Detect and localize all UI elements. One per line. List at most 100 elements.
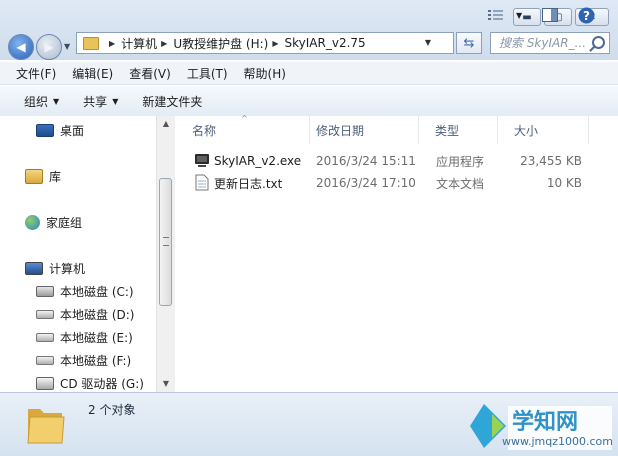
column-header-label: 名称 bbox=[192, 123, 217, 138]
search-input[interactable]: 搜索 SkyIAR_... bbox=[490, 32, 610, 54]
breadcrumb-folder[interactable]: SkyIAR_v2.75 bbox=[285, 36, 366, 50]
sidebar-item-computer[interactable]: 计算机 bbox=[25, 260, 85, 277]
homegroup-icon bbox=[25, 215, 40, 230]
sidebar-item-label: 本地磁盘 (C:) bbox=[60, 285, 134, 299]
menu-edit[interactable]: 编辑(E) bbox=[72, 65, 113, 82]
sidebar-item-drive-d[interactable]: 本地磁盘 (D:) bbox=[36, 306, 134, 323]
file-date: 2016/3/24 17:10 bbox=[316, 176, 416, 190]
computer-icon bbox=[25, 262, 43, 275]
sidebar-item-drive-g[interactable]: CD 驱动器 (G:) bbox=[36, 375, 144, 392]
column-header-date[interactable]: 修改日期 bbox=[299, 116, 419, 144]
new-folder-label: 新建文件夹 bbox=[142, 94, 203, 109]
column-header-name[interactable]: 名称 ^ bbox=[175, 114, 310, 144]
sidebar-item-label: 库 bbox=[49, 170, 62, 184]
sidebar-item-drive-c[interactable]: 本地磁盘 (C:) bbox=[36, 283, 134, 300]
item-count: 2 个对象 bbox=[88, 403, 136, 417]
sidebar-item-library[interactable]: 库 bbox=[25, 168, 61, 185]
file-size: 23,455 KB bbox=[520, 154, 582, 168]
menu-tools[interactable]: 工具(T) bbox=[187, 65, 228, 82]
preview-pane-icon bbox=[542, 8, 558, 22]
file-name: 更新日志.txt bbox=[214, 176, 283, 191]
chevron-down-icon: ▼ bbox=[53, 96, 60, 106]
search-icon[interactable] bbox=[592, 36, 605, 49]
refresh-icon: ⇆ bbox=[463, 35, 475, 51]
new-folder-button[interactable]: 新建文件夹 bbox=[142, 93, 202, 110]
column-header-label: 类型 bbox=[435, 123, 460, 138]
sidebar-item-label: CD 驱动器 (G:) bbox=[60, 377, 144, 391]
menu-help[interactable]: 帮助(H) bbox=[244, 65, 286, 82]
view-options-button[interactable]: ▼ bbox=[488, 6, 522, 24]
back-button[interactable]: ◀ bbox=[8, 34, 34, 60]
sidebar-item-label: 本地磁盘 (F:) bbox=[60, 354, 132, 368]
preview-pane-button[interactable] bbox=[542, 6, 558, 24]
breadcrumb-drive[interactable]: U教授维护盘 (H:) bbox=[173, 35, 268, 52]
chevron-right-icon[interactable]: ▶ bbox=[161, 39, 167, 48]
sidebar-item-drive-f[interactable]: 本地磁盘 (F:) bbox=[36, 352, 131, 369]
chevron-right-icon[interactable]: ▶ bbox=[109, 39, 115, 48]
command-bar: 组织 ▼ 共享 ▼ 新建文件夹 bbox=[0, 86, 618, 117]
chevron-right-icon[interactable]: ▶ bbox=[272, 39, 278, 48]
watermark-url: www.jmqz1000.com bbox=[502, 435, 613, 448]
help-icon: ? bbox=[578, 7, 595, 23]
search-placeholder: 搜索 SkyIAR_... bbox=[499, 36, 587, 50]
scrollbar-thumb[interactable] bbox=[159, 178, 172, 306]
address-bar[interactable]: ▶ 计算机 ▶ U教授维护盘 (H:) ▶ SkyIAR_v2.75 ▼ bbox=[76, 32, 454, 54]
share-button[interactable]: 共享 ▼ bbox=[83, 93, 118, 110]
chevron-down-icon: ▼ bbox=[516, 10, 523, 20]
grip-icon bbox=[163, 237, 169, 246]
breadcrumb-computer[interactable]: 计算机 bbox=[121, 35, 157, 52]
table-row[interactable]: 更新日志.txt 2016/3/24 17:10 文本文档 10 KB bbox=[175, 173, 618, 193]
exe-icon bbox=[195, 154, 209, 167]
scroll-down-icon[interactable]: ▼ bbox=[160, 378, 172, 390]
breadcrumb: ▶ 计算机 ▶ U教授维护盘 (H:) ▶ SkyIAR_v2.75 bbox=[105, 35, 366, 52]
column-header-label: 大小 bbox=[514, 123, 539, 138]
navigation-pane: 桌面 库 家庭组 计算机 本地磁盘 (C:) 本地磁盘 (D:) 本地磁盘 (E… bbox=[0, 116, 156, 392]
menu-view[interactable]: 查看(V) bbox=[129, 65, 171, 82]
recent-pages-dropdown[interactable]: ▼ bbox=[64, 42, 70, 51]
table-row[interactable]: SkyIAR_v2.exe 2016/3/24 15:11 应用程序 23,45… bbox=[175, 151, 618, 171]
hard-drive-icon bbox=[36, 310, 54, 319]
sidebar-item-desktop[interactable]: 桌面 bbox=[36, 122, 84, 139]
text-file-icon bbox=[195, 174, 209, 191]
cd-drive-icon bbox=[36, 377, 54, 390]
hard-drive-icon bbox=[36, 333, 54, 342]
watermark-brand: 学知网 bbox=[512, 410, 579, 435]
column-header-label: 修改日期 bbox=[316, 123, 365, 138]
organize-label: 组织 bbox=[24, 94, 49, 109]
file-name: SkyIAR_v2.exe bbox=[214, 154, 302, 168]
sidebar-item-drive-e[interactable]: 本地磁盘 (E:) bbox=[36, 329, 133, 346]
sidebar-item-label: 本地磁盘 (D:) bbox=[60, 308, 135, 322]
sort-up-icon: ^ bbox=[241, 114, 248, 123]
folder-icon bbox=[27, 409, 65, 444]
column-header-size[interactable]: 大小 bbox=[497, 116, 589, 144]
scroll-up-icon[interactable]: ▲ bbox=[160, 118, 172, 130]
file-date: 2016/3/24 15:11 bbox=[316, 154, 416, 168]
column-header-type[interactable]: 类型 bbox=[418, 116, 498, 144]
file-type: 文本文档 bbox=[436, 176, 485, 191]
svg-text:?: ? bbox=[583, 9, 590, 23]
help-button[interactable]: ? bbox=[578, 6, 595, 24]
sidebar-item-label: 家庭组 bbox=[46, 216, 83, 230]
menu-bar: 文件(F) 编辑(E) 查看(V) 工具(T) 帮助(H) bbox=[0, 62, 618, 85]
file-size: 10 KB bbox=[546, 176, 582, 190]
menu-file[interactable]: 文件(F) bbox=[16, 65, 56, 82]
organize-button[interactable]: 组织 ▼ bbox=[24, 93, 59, 110]
folder-icon bbox=[83, 36, 99, 50]
back-arrow-icon: ◀ bbox=[16, 40, 26, 54]
sidebar-item-label: 计算机 bbox=[49, 262, 86, 276]
sidebar-scrollbar[interactable]: ▲ ▼ bbox=[156, 116, 175, 392]
file-type: 应用程序 bbox=[436, 154, 485, 169]
sidebar-item-homegroup[interactable]: 家庭组 bbox=[25, 214, 82, 231]
sidebar-item-label: 桌面 bbox=[60, 124, 85, 138]
system-drive-icon bbox=[36, 286, 54, 297]
refresh-button[interactable]: ⇆ bbox=[456, 32, 482, 54]
address-dropdown[interactable]: ▼ bbox=[425, 38, 431, 47]
forward-button[interactable]: ▶ bbox=[36, 34, 62, 60]
forward-arrow-icon: ▶ bbox=[44, 40, 54, 54]
view-list-icon bbox=[488, 10, 503, 20]
library-icon bbox=[25, 169, 43, 184]
site-watermark: 学知网 www.jmqz1000.com bbox=[466, 400, 614, 452]
desktop-icon bbox=[36, 124, 54, 137]
file-list: 名称 ^ 修改日期 类型 大小 SkyIAR_v2.exe 2016/3/24 … bbox=[175, 114, 618, 392]
chevron-down-icon: ▼ bbox=[112, 96, 119, 106]
